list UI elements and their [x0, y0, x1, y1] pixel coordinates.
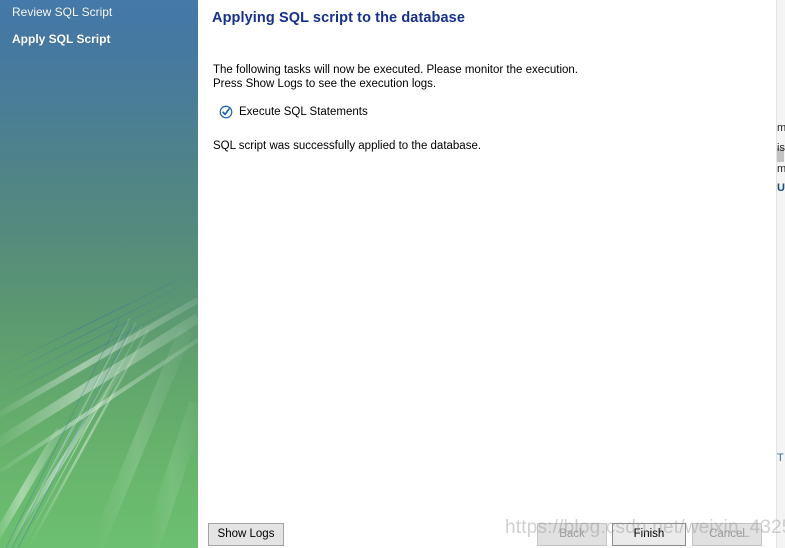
sidebar-decorative-streaks	[0, 269, 198, 548]
background-text-fragment: m	[777, 163, 785, 175]
sidebar-item-label: Review SQL Script	[12, 5, 113, 19]
wizard-sidebar: Review SQL Script Apply SQL Script	[0, 0, 198, 548]
result-message: SQL script was successfully applied to t…	[213, 140, 482, 152]
task-row: Execute SQL Statements	[219, 105, 368, 119]
background-text-fragment: m	[777, 122, 785, 134]
sidebar-item-label: Apply SQL Script	[12, 32, 111, 46]
background-text-fragment: U	[777, 182, 785, 194]
background-scrollbar-track[interactable]	[776, 0, 785, 548]
check-circle-icon	[219, 105, 233, 119]
finish-button[interactable]: Finish	[612, 523, 686, 546]
background-text-fragment: T	[777, 452, 784, 464]
sql-script-wizard-window: Review SQL Script Apply SQL Script Apply…	[0, 0, 785, 548]
background-window-sliver[interactable]: m is m U T	[776, 0, 785, 548]
instruction-line-2: Press Show Logs to see the execution log…	[213, 78, 437, 90]
back-button[interactable]: Back	[537, 523, 607, 546]
sidebar-item-review-sql-script[interactable]: Review SQL Script	[0, 5, 198, 20]
wizard-step-list: Review SQL Script Apply SQL Script	[0, 0, 198, 47]
task-label: Execute SQL Statements	[239, 106, 368, 118]
show-logs-button[interactable]: Show Logs	[208, 523, 284, 546]
background-text-fragment: is	[777, 142, 785, 154]
cancel-button[interactable]: Cancel	[692, 523, 762, 546]
page-title: Applying SQL script to the database	[212, 10, 465, 26]
wizard-content-panel: Applying SQL script to the database The …	[198, 0, 785, 548]
sidebar-item-apply-sql-script[interactable]: Apply SQL Script	[0, 32, 198, 47]
